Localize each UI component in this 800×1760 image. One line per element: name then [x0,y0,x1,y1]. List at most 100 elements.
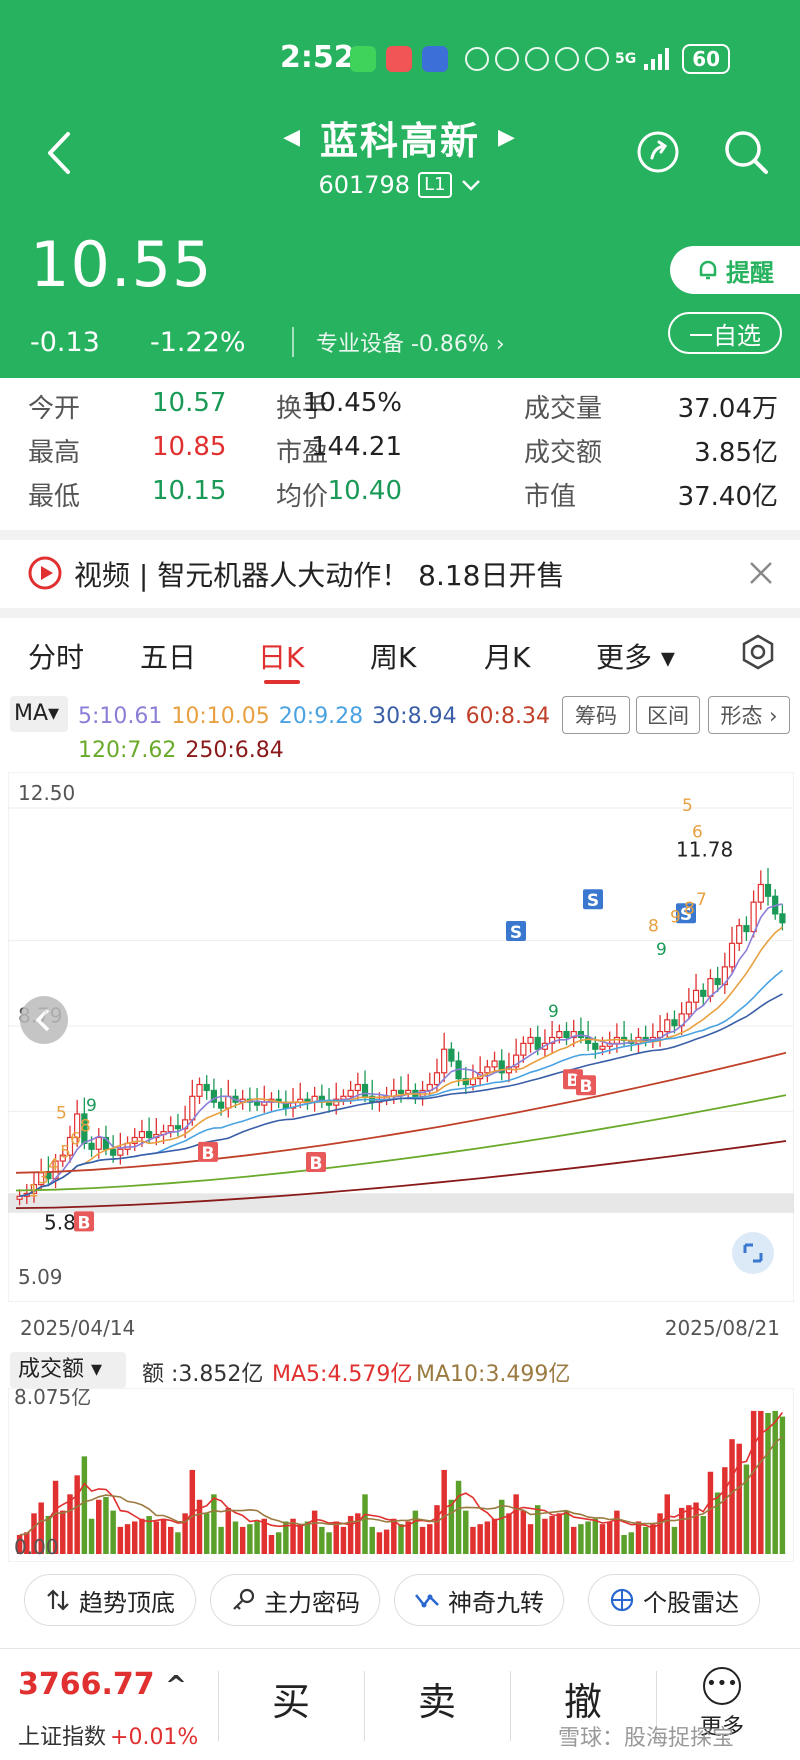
close-icon[interactable] [748,560,774,586]
trend-top-bottom-button[interactable]: 趋势顶底 [24,1574,196,1626]
index-name: 上证指数 [18,1725,107,1750]
news-banner[interactable]: 视频 | 智元机器人大动作！ 8.18日开售 [0,540,800,606]
volume-bar [132,1521,138,1554]
volume-bar [376,1532,383,1554]
watermark: 雪球：股海捉探宝 [558,1726,735,1751]
volume-bar [67,1494,73,1554]
volume-bar [765,1412,771,1554]
candle [491,1060,498,1068]
tab-0[interactable]: 分时 [28,636,84,676]
expand-icon [743,1243,763,1263]
index-ticker[interactable]: 3766.77 ^ [18,1667,187,1702]
stock-code-row[interactable]: 601798 L1 [318,171,481,199]
system-status: 5G 60 [465,44,731,74]
volume-bar [599,1524,606,1554]
sell-button[interactable]: 卖 [418,1671,456,1726]
chevron-up-icon: ^ [165,1671,187,1701]
candle [599,1045,606,1050]
volume-bar [455,1480,462,1554]
candle [563,1030,570,1039]
level-badge: L1 [418,172,452,198]
indicator-selector[interactable]: MA▾ [10,696,68,732]
price-change: -0.13 [30,326,100,358]
volume-bar [570,1526,577,1554]
candlestick-chart[interactable]: 12.508.795.0911.785.81BBBBBSSS1345685989… [8,772,794,1302]
y-axis-min: 5.09 [18,1265,63,1289]
divider [218,1671,219,1741]
volume-bar [434,1505,440,1554]
stat-label: 今开 [28,394,81,424]
speed-icon [465,47,489,71]
tab-5[interactable]: 更多 ▾ [596,636,675,676]
volume-bar [707,1471,714,1554]
sequence-count: 8 [80,1117,91,1137]
search-icon[interactable] [722,128,770,176]
sector-link[interactable]: 专业设备 -0.86% › [316,326,505,358]
stat-value: 10.45% [302,388,402,418]
volume-chart[interactable]: 8.075亿 0.00 [8,1388,794,1562]
candle [707,978,714,997]
tool-label: 趋势顶底 [79,1588,175,1617]
add-watchlist-button[interactable]: 一自选 [668,312,782,354]
stat-value: 10.40 [327,476,402,506]
stat-value: 3.85亿 [694,438,778,468]
candle [217,1101,225,1109]
ma-value: 120:7.62 [78,738,177,763]
date-end: 2025/08/21 [664,1316,780,1340]
volume-y-max: 8.075亿 [14,1388,91,1409]
sequence-count: 5 [56,1104,67,1124]
remind-button[interactable]: 提醒 [670,246,800,294]
ma-values: 5:10.61 10:10.05 20:9.28 30:8.94 60:8.34… [78,700,558,768]
index-pct: +0.01% [110,1725,199,1750]
volume-bar [160,1518,167,1554]
volume-bar [103,1497,109,1554]
status-bar: 2:52 5G 60 [0,40,800,80]
next-stock-icon[interactable]: ▶ [498,125,517,150]
chevron-left-icon [35,1008,50,1032]
chip-distribution-button[interactable]: 筹码 [562,696,630,734]
stat-row: 最低 10.15 均价 10.40 市值 37.40亿 [0,476,800,520]
candle [347,1089,354,1097]
tab-3[interactable]: 周K [370,636,416,676]
volume-bar [311,1510,318,1554]
volume-bar [326,1532,332,1554]
sequence-count: 9 [670,908,681,928]
prev-stock-icon[interactable]: ◀ [283,125,302,150]
range-button[interactable]: 区间 [636,696,700,734]
volume-bar [391,1518,397,1554]
candle [534,1036,541,1050]
fullscreen-button[interactable] [732,1232,774,1274]
change-row: -0.13 -1.22% 专业设备 -0.86% › [30,326,505,358]
ma-value: 5:10.61 [78,704,163,729]
candle [484,1066,491,1074]
candle [736,925,743,944]
settings-icon[interactable] [740,634,776,670]
volume-bar [499,1499,505,1554]
cancel-order-button[interactable]: 撤 [564,1671,602,1726]
sequence-count: 8 [648,917,659,937]
volume-bar [268,1535,275,1554]
stock-radar-button[interactable]: 个股雷达 [588,1574,760,1626]
main-force-code-button[interactable]: 主力密码 [210,1574,380,1626]
tab-4[interactable]: 月K [484,636,530,676]
chart-back-button[interactable] [20,996,68,1044]
stock-name: 蓝科高新 [319,119,480,163]
stock-name-row: ◀ 蓝科高新 ▶ [283,110,517,165]
magic-nine-button[interactable]: 神奇九转 [394,1574,564,1626]
candle [664,1019,671,1033]
current-price: 10.55 [30,228,213,301]
volume-selector[interactable]: 成交额 ▾ [10,1352,126,1388]
volume-bar [542,1518,548,1554]
network-label: 5G [615,51,637,67]
sell-marker: S [510,923,522,943]
tab-1[interactable]: 五日 [140,636,196,676]
buy-button[interactable]: 买 [272,1671,310,1726]
pattern-button[interactable]: 形态 › [708,696,790,734]
tab-2[interactable]: 日K [258,636,304,676]
buy-marker: B [310,1154,323,1174]
sequence-count: 8 [684,899,695,919]
stat-value: 37.40亿 [677,482,778,512]
share-icon[interactable] [634,128,682,176]
stat-label: 最高 [28,438,81,468]
volume-legend: 成交额 ▾ 额 :3.852亿 MA5:4.579亿 MA10:3.499亿 [10,1352,790,1388]
